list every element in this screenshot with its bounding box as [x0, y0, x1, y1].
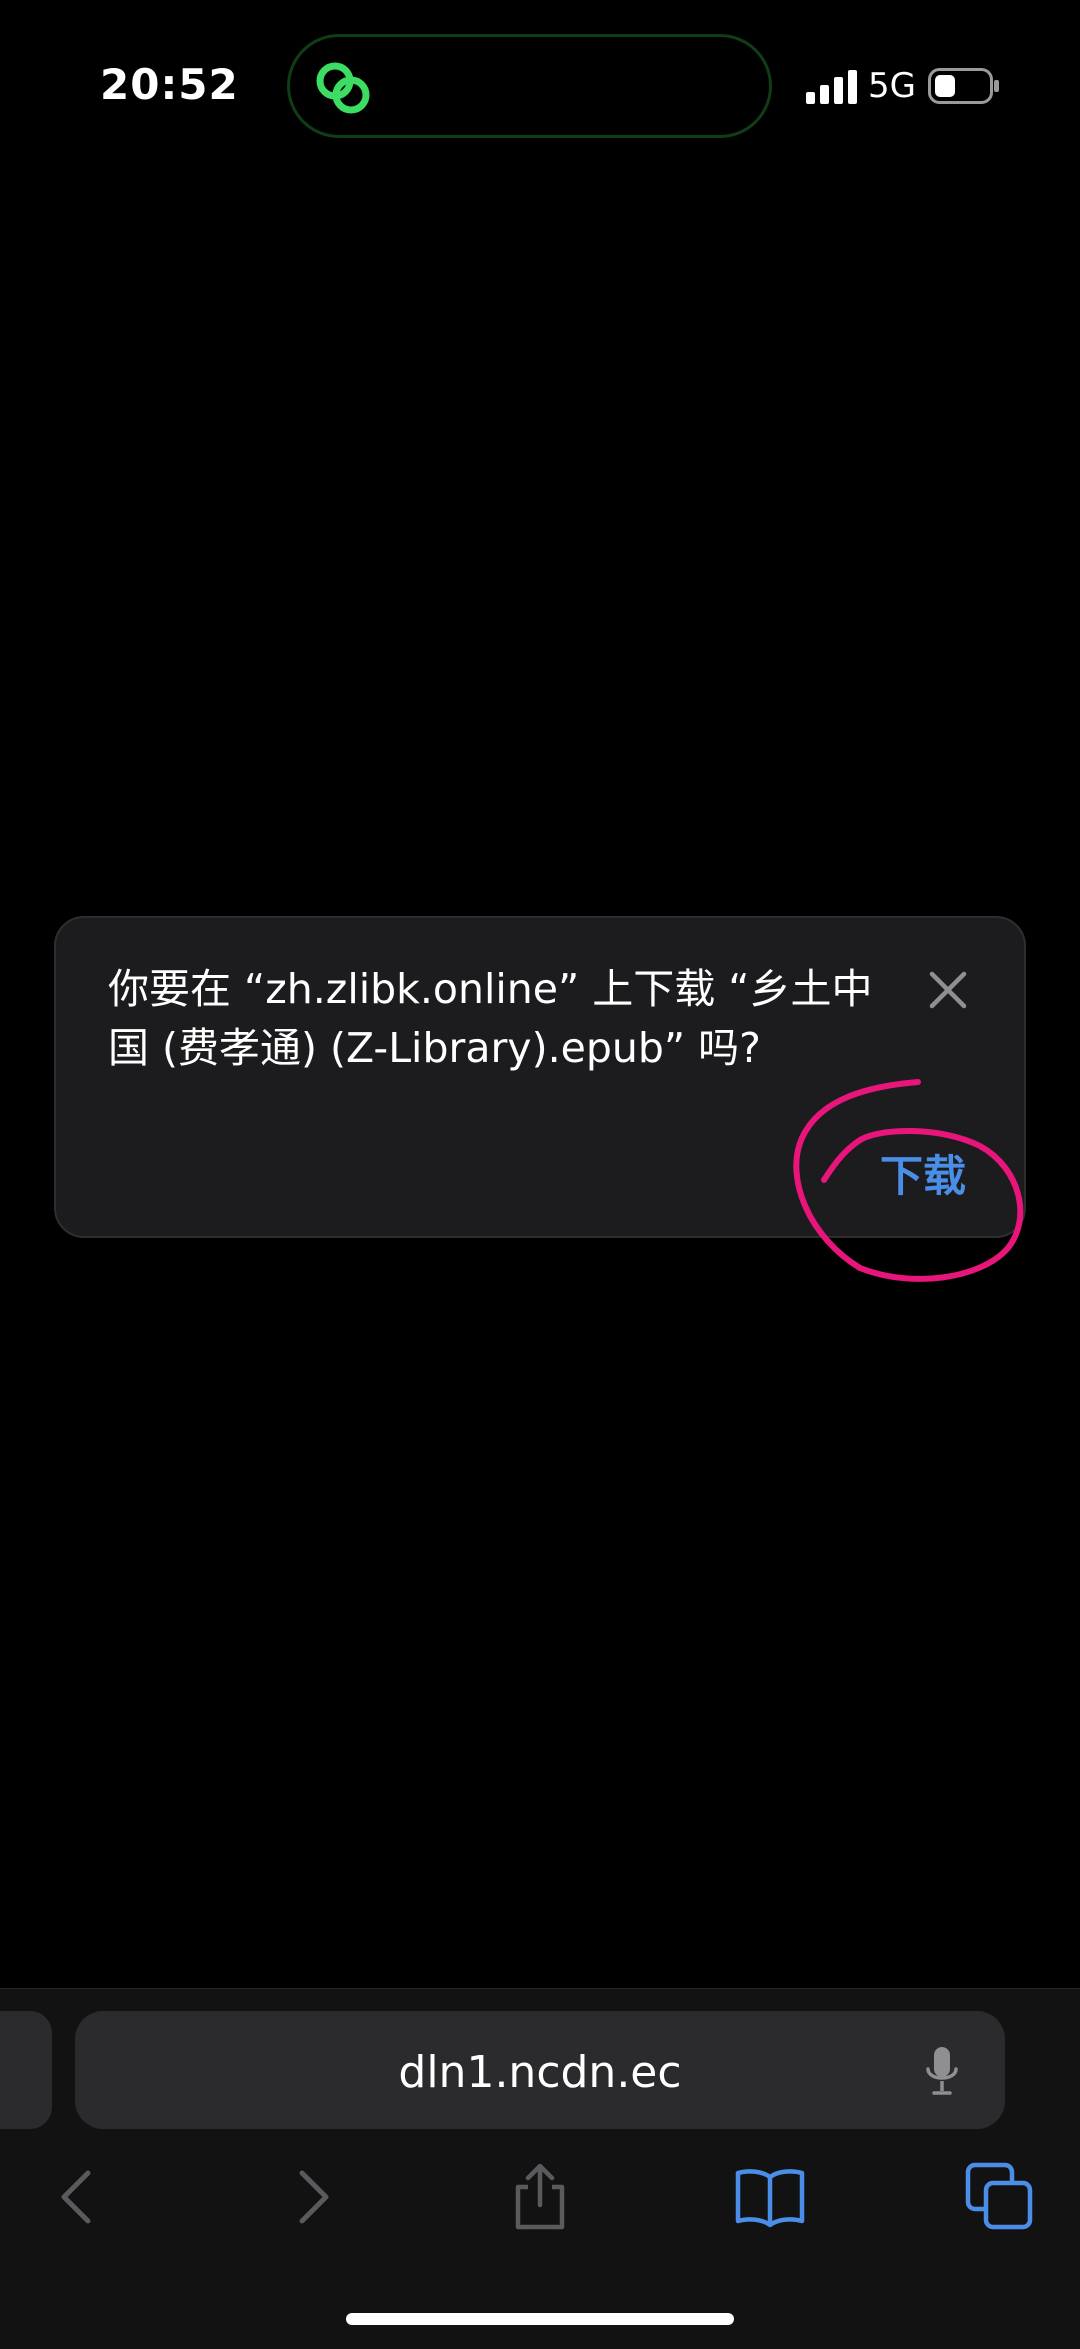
forward-icon[interactable]	[276, 2161, 348, 2233]
address-text: dln1.ncdn.ec	[398, 2047, 682, 2098]
download-button[interactable]: 下载	[880, 1142, 966, 1204]
browser-bottom-bar: dln1.ncdn.ec	[0, 1988, 1080, 2349]
dialog-message: 你要在 “zh.zlibk.online” 上下载 “乡土中国 (费孝通) (Z…	[108, 965, 873, 1072]
link-rings-icon	[316, 62, 370, 114]
previous-tab-preview[interactable]	[0, 2011, 52, 2129]
share-icon[interactable]	[504, 2161, 576, 2233]
microphone-icon[interactable]	[925, 2047, 959, 2097]
status-time: 20:52	[100, 60, 239, 109]
back-icon[interactable]	[42, 2161, 114, 2233]
address-bar[interactable]: dln1.ncdn.ec	[75, 2011, 1005, 2129]
download-dialog: 你要在 “zh.zlibk.online” 上下载 “乡土中国 (费孝通) (Z…	[54, 916, 1026, 1238]
battery-icon	[928, 68, 999, 104]
cellular-signal-icon	[806, 70, 857, 104]
bookmarks-icon[interactable]	[734, 2161, 806, 2233]
dynamic-island[interactable]	[287, 34, 772, 138]
home-indicator[interactable]	[346, 2313, 734, 2325]
tabs-icon[interactable]	[964, 2161, 1036, 2233]
network-type: 5G	[868, 66, 916, 106]
close-icon[interactable]	[926, 968, 970, 1012]
